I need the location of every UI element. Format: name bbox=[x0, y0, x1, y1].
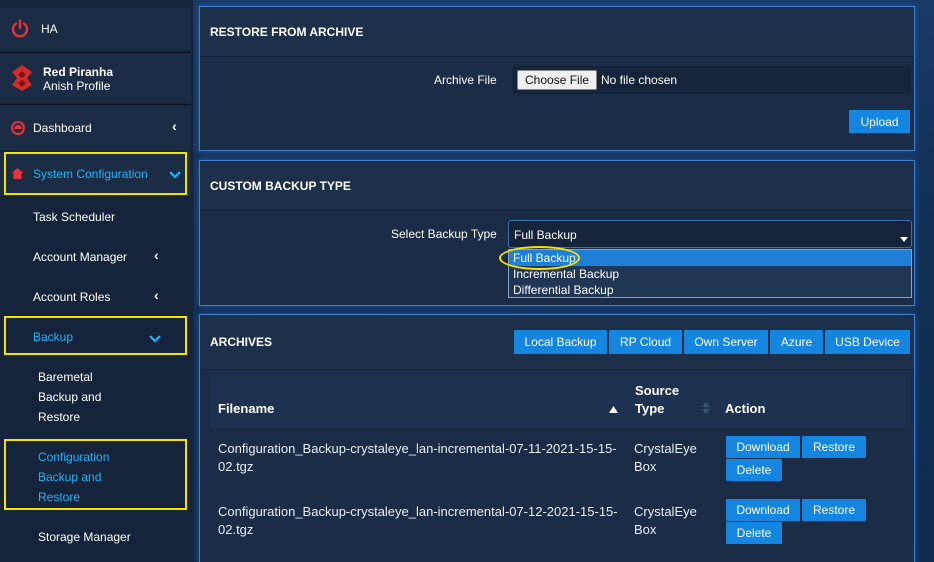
archive-file-label: Archive File bbox=[434, 73, 497, 87]
profile-name: Red Piranha bbox=[43, 65, 114, 79]
tab-local-backup[interactable]: Local Backup bbox=[514, 330, 607, 354]
source-cell: CrystalEye bbox=[634, 504, 697, 519]
chevron-left-icon: ‹ bbox=[172, 118, 177, 134]
sidebar-item-storage-manager[interactable]: Storage Manager bbox=[0, 522, 191, 552]
filename-cell: Configuration_Backup-crystaleye_lan-incr… bbox=[218, 441, 617, 456]
restore-button[interactable]: Restore bbox=[802, 436, 866, 458]
divider bbox=[0, 104, 191, 105]
highlight-ellipse bbox=[499, 246, 580, 270]
filename-cell: 02.tgz bbox=[218, 522, 254, 537]
file-input[interactable]: Choose File No file chosen bbox=[513, 66, 911, 94]
sidebar-item-dashboard[interactable]: Dashboard ‹ bbox=[0, 106, 191, 150]
sidebar-item-account-manager[interactable]: Account Manager ‹ bbox=[0, 238, 191, 276]
tab-rp-cloud[interactable]: RP Cloud bbox=[609, 330, 682, 354]
tab-own-server[interactable]: Own Server bbox=[684, 330, 768, 354]
archives-panel: ARCHIVES Local Backup RP Cloud Own Serve… bbox=[199, 314, 915, 562]
panel-title: CUSTOM BACKUP TYPE bbox=[200, 161, 914, 211]
tab-azure[interactable]: Azure bbox=[770, 330, 823, 354]
source-cell: Box bbox=[634, 522, 657, 537]
panel-title: RESTORE FROM ARCHIVE bbox=[200, 7, 914, 57]
delete-button[interactable]: Delete bbox=[726, 522, 782, 544]
chevron-left-icon: ‹ bbox=[154, 247, 159, 263]
table-row: Configuration_Backup-crystaleye_lan-incr… bbox=[210, 428, 911, 490]
chevron-left-icon: ‹ bbox=[154, 287, 159, 303]
sidebar-item-label: Backup and bbox=[38, 390, 102, 404]
ha-row[interactable]: HA bbox=[0, 8, 191, 50]
select-backup-type-label: Select Backup Type bbox=[391, 227, 497, 241]
option-incremental-backup[interactable]: Incremental Backup bbox=[509, 266, 911, 282]
sidebar-item-baremetal-backup[interactable]: Baremetal Backup and Restore bbox=[0, 362, 191, 428]
restore-button[interactable]: Restore bbox=[802, 499, 866, 521]
sidebar: HA Red Piranha Anish Profile Dashboard ‹… bbox=[0, 0, 193, 562]
download-button[interactable]: Download bbox=[726, 436, 800, 458]
source-cell: Box bbox=[634, 459, 657, 474]
main-content: RESTORE FROM ARCHIVE Archive File Choose… bbox=[193, 0, 934, 562]
sidebar-item-task-scheduler[interactable]: Task Scheduler bbox=[0, 198, 191, 236]
sidebar-item-label: Baremetal bbox=[38, 370, 93, 384]
sidebar-item-label: Storage Manager bbox=[38, 530, 131, 544]
red-piranha-logo-icon bbox=[10, 64, 34, 92]
power-icon bbox=[10, 19, 30, 39]
sidebar-item-account-roles[interactable]: Account Roles ‹ bbox=[0, 278, 191, 316]
dashboard-gauge-icon bbox=[11, 121, 25, 135]
table-header: Filename Source Type Action bbox=[210, 374, 911, 428]
filename-cell: 02.tgz bbox=[218, 459, 254, 474]
profile-sub: Anish Profile bbox=[43, 79, 111, 93]
table-row: Configuration_Backup-crystaleye_lan-incr… bbox=[210, 491, 911, 553]
sort-both-icon bbox=[702, 402, 710, 414]
column-source-line1[interactable]: Source bbox=[635, 382, 679, 400]
source-cell: CrystalEye bbox=[634, 441, 697, 456]
divider bbox=[0, 52, 191, 53]
download-button[interactable]: Download bbox=[726, 499, 800, 521]
ha-label: HA bbox=[41, 22, 58, 36]
sidebar-item-label: Dashboard bbox=[33, 121, 92, 135]
highlight-box bbox=[4, 439, 187, 510]
caret-down-icon bbox=[900, 232, 908, 242]
choose-file-button[interactable]: Choose File bbox=[517, 70, 598, 90]
custom-backup-panel: CUSTOM BACKUP TYPE Select Backup Type Fu… bbox=[199, 160, 915, 306]
sort-up-icon bbox=[609, 402, 618, 413]
tab-usb-device[interactable]: USB Device bbox=[825, 330, 910, 354]
highlight-box bbox=[4, 316, 187, 355]
sidebar-item-label: Restore bbox=[38, 410, 81, 424]
filename-cell: Configuration_Backup-crystaleye_lan-incr… bbox=[218, 504, 618, 519]
option-differential-backup[interactable]: Differential Backup bbox=[509, 282, 911, 298]
no-file-text: No file chosen bbox=[601, 73, 678, 87]
column-action: Action bbox=[725, 401, 766, 416]
option-label: Differential Backup bbox=[513, 283, 614, 297]
delete-button[interactable]: Delete bbox=[726, 459, 782, 481]
sidebar-item-label: Task Scheduler bbox=[33, 210, 116, 224]
profile-row[interactable]: Red Piranha Anish Profile bbox=[0, 54, 191, 102]
restore-panel: RESTORE FROM ARCHIVE Archive File Choose… bbox=[199, 6, 915, 151]
selected-value: Full Backup bbox=[514, 228, 577, 242]
backup-type-select[interactable]: Full Backup bbox=[508, 220, 912, 248]
column-source-line2[interactable]: Type bbox=[635, 400, 664, 418]
sidebar-item-label: Account Manager bbox=[33, 250, 128, 264]
upload-button[interactable]: Upload bbox=[849, 110, 910, 133]
column-filename[interactable]: Filename bbox=[218, 400, 274, 418]
sidebar-item-label: Account Roles bbox=[33, 290, 111, 304]
highlight-box bbox=[4, 152, 187, 195]
